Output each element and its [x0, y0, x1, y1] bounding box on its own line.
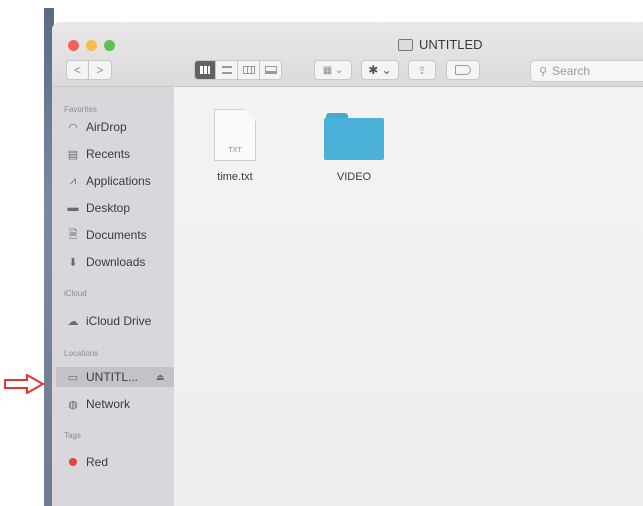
sidebar-item-label: Network [86, 397, 131, 411]
file-item[interactable]: VIDEO [324, 109, 384, 183]
file-extension-label: TXT [228, 147, 242, 154]
back-button[interactable]: < [66, 60, 89, 80]
search-placeholder: Search [552, 64, 591, 78]
documents-icon: 🗎 [68, 228, 78, 241]
window-title: UNTITLED [398, 37, 483, 52]
downloads-icon: ⬇ [68, 256, 78, 269]
tag-icon [455, 65, 471, 75]
tags-heading: Tags [64, 431, 81, 440]
sidebar-item-airdrop[interactable]: ◠ AirDrop [66, 117, 127, 137]
favorites-heading: Favorites [64, 105, 97, 114]
sidebar-item-icloud-drive[interactable]: ☁ iCloud Drive [66, 311, 152, 331]
sidebar-item-applications[interactable]: ⩘ Applications [66, 171, 151, 191]
locations-heading: Locations [64, 349, 99, 358]
sidebar-item-label: Red [86, 455, 109, 469]
sidebar: Favorites ◠ AirDrop ▤ Recents ⩘ Applicat… [52, 87, 174, 506]
window-title-text: UNTITLED [419, 37, 483, 52]
list-view-button[interactable] [216, 60, 238, 80]
action-button[interactable]: ✱ ⌄ [361, 60, 399, 80]
airdrop-icon: ◠ [68, 121, 78, 134]
sidebar-item-recents[interactable]: ▤ Recents [66, 144, 130, 164]
share-icon: ⇪ [417, 64, 427, 77]
sidebar-item-downloads[interactable]: ⬇ Downloads [66, 252, 145, 272]
nav-buttons: < > [66, 60, 112, 80]
minimize-button[interactable] [86, 40, 97, 51]
sidebar-item-untitled-disk[interactable]: ▭ UNTITL... ⏏ [56, 367, 174, 387]
list-icon [221, 66, 232, 74]
applications-icon: ⩘ [69, 174, 77, 187]
recents-icon: ▤ [67, 148, 79, 161]
sidebar-item-label: Downloads [86, 255, 146, 269]
sidebar-item-label: AirDrop [86, 120, 127, 134]
gallery-icon [264, 66, 277, 74]
sidebar-item-label: UNTITL... [86, 370, 139, 384]
icon-view-button[interactable] [194, 60, 216, 80]
file-name: VIDEO [336, 171, 372, 183]
columns-icon [242, 66, 255, 74]
file-item[interactable]: TXT time.txt [214, 109, 256, 183]
disk-icon [398, 38, 413, 51]
red-tag-icon [69, 458, 77, 466]
sidebar-item-label: Desktop [86, 201, 131, 215]
file-browser-content: TXT time.txt VIDEO [174, 87, 643, 506]
annotation-arrow-icon [4, 374, 45, 394]
sidebar-item-label: Recents [86, 147, 131, 161]
sidebar-item-documents[interactable]: 🗎 Documents [66, 225, 147, 245]
forward-button[interactable]: > [89, 60, 112, 80]
gear-icon: ✱ ⌄ [368, 63, 392, 77]
view-mode-buttons [194, 60, 282, 80]
sidebar-item-label: iCloud Drive [86, 314, 152, 328]
grid-icon [200, 66, 210, 74]
arrange-icon: ▦ ⌄ [322, 64, 344, 76]
column-view-button[interactable] [238, 60, 260, 80]
text-file-icon: TXT [214, 109, 256, 161]
network-icon: ◍ [68, 398, 78, 411]
search-input[interactable]: ⚲ Search [530, 60, 643, 82]
sidebar-item-label: Documents [86, 228, 147, 242]
eject-icon[interactable]: ⏏ [156, 372, 165, 383]
sidebar-item-tag-red[interactable]: Red [66, 452, 108, 472]
zoom-button[interactable] [104, 40, 115, 51]
sidebar-item-network[interactable]: ◍ Network [66, 394, 130, 414]
search-icon: ⚲ [539, 65, 548, 78]
sidebar-item-label: Applications [86, 174, 151, 188]
toolbar: UNTITLED < > ▦ ⌄ ✱ ⌄ ⇪ ⚲ Search [52, 22, 643, 87]
finder-window: UNTITLED < > ▦ ⌄ ✱ ⌄ ⇪ ⚲ Search Favorite… [52, 22, 643, 506]
arrange-button[interactable]: ▦ ⌄ [314, 60, 352, 80]
desktop-icon: ▬ [67, 202, 79, 214]
share-button[interactable]: ⇪ [408, 60, 436, 80]
icloud-heading: iCloud [64, 289, 87, 298]
sidebar-item-desktop[interactable]: ▬ Desktop [66, 198, 131, 218]
gallery-view-button[interactable] [260, 60, 282, 80]
cloud-icon: ☁ [67, 315, 79, 328]
file-name: time.txt [217, 171, 253, 183]
disk-icon: ▭ [67, 371, 79, 384]
folder-icon [324, 109, 384, 161]
tag-button[interactable] [446, 60, 480, 80]
close-button[interactable] [68, 40, 79, 51]
